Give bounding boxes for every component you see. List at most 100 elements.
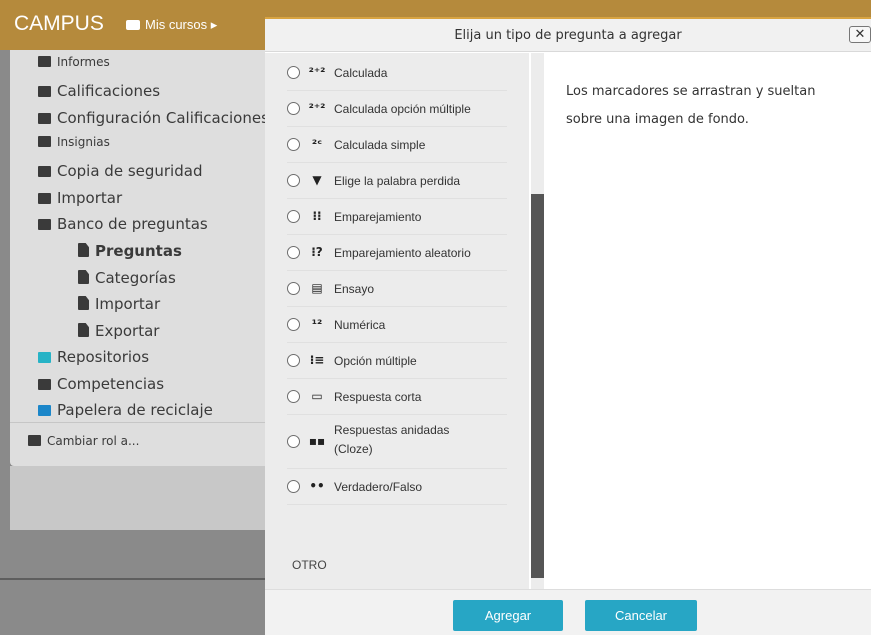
sidebar-item-banco-de-preguntas[interactable]: Banco de preguntas: [38, 215, 208, 233]
question-type-option[interactable]: ▣Descripción: [287, 579, 507, 589]
sidebar-item-competencias[interactable]: Competencias: [38, 375, 164, 393]
sidebar-item-label: Copia de seguridad: [57, 162, 203, 180]
sidebar-item-label: Configuración Calificaciones: [57, 109, 269, 127]
folder-open-icon: [38, 219, 51, 230]
radio-button[interactable]: [287, 66, 300, 79]
radio-button[interactable]: [287, 480, 300, 493]
question-type-label: Ensayo: [334, 282, 375, 296]
question-type-option[interactable]: ²⁺² Calculada opción múltiple: [287, 91, 507, 127]
sidebar-item-label: Cambiar rol a...: [47, 434, 140, 448]
cogs-icon: [38, 113, 51, 124]
sidebar-item-label: Exportar: [95, 322, 160, 340]
folder-icon: [28, 435, 41, 446]
question-type-label: Emparejamiento: [334, 210, 422, 224]
question-type-label: Respuestas anidadas (Cloze): [334, 423, 450, 456]
question-type-label: Emparejamiento aleatorio: [334, 246, 471, 260]
sidebar-item-exportar[interactable]: Exportar: [78, 322, 159, 340]
matching-icon: ⁝⁝: [312, 209, 322, 223]
my-courses-label: Mis cursos ▸: [145, 17, 218, 32]
sidebar-item-copia-de-seguridad[interactable]: Copia de seguridad: [38, 162, 202, 180]
question-type-description: Los marcadores se arrastran y sueltan so…: [566, 84, 816, 127]
panel-footer: [10, 466, 272, 530]
cloud-upload-icon: [38, 166, 51, 177]
sidebar-item-papelera-de-reciclaje[interactable]: Papelera de reciclaje: [38, 401, 213, 419]
other-section-heading: OTRO: [292, 558, 327, 572]
close-button[interactable]: ✕: [849, 26, 871, 43]
sidebar-item-label: Competencias: [57, 375, 165, 393]
short-answer-icon: ▭: [311, 389, 323, 403]
sidebar-item-label: Insignias: [57, 135, 110, 149]
question-type-option[interactable]: ▪▪ Respuestas anidadas (Cloze): [287, 415, 507, 469]
dialog-footer: Agregar Cancelar: [265, 589, 871, 635]
folder-icon: [38, 136, 51, 147]
question-type-option[interactable]: ⁝? Emparejamiento aleatorio: [287, 235, 507, 271]
question-type-option[interactable]: ▼ Elige la palabra perdida: [287, 163, 507, 199]
cancel-button[interactable]: Cancelar: [585, 600, 697, 631]
brand-logo-text[interactable]: CAMPUS: [14, 12, 104, 36]
sidebar-item-insignias[interactable]: Insignias: [38, 135, 110, 149]
question-type-label: Calculada opción múltiple: [334, 102, 471, 116]
multichoice-icon: ⁝≡: [309, 353, 325, 367]
dialog-title: Elija un tipo de pregunta a agregar: [454, 28, 682, 43]
question-type-list[interactable]: OTRO ²⁺² Calculada ²⁺² Calculada opción múl…: [265, 53, 529, 589]
true-false-icon: ••: [309, 479, 325, 493]
radio-button[interactable]: [287, 318, 300, 331]
radio-button[interactable]: [287, 174, 300, 187]
question-type-option[interactable]: ²⁺² Calculada: [287, 55, 507, 91]
sidebar-item-label: Categorías: [95, 269, 176, 287]
database-icon: [38, 352, 51, 363]
radio-button[interactable]: [287, 246, 300, 259]
file-icon: [78, 270, 89, 284]
question-type-label: Numérica: [334, 318, 386, 332]
numerical-icon: ¹²: [311, 317, 323, 331]
radio-button[interactable]: [287, 354, 300, 367]
radio-button[interactable]: [287, 282, 300, 295]
radio-button[interactable]: [287, 138, 300, 151]
question-type-label: Calculada simple: [334, 138, 426, 152]
sidebar-item-label: Informes: [57, 55, 110, 69]
essay-icon: ▤: [311, 281, 323, 295]
radio-button[interactable]: [287, 390, 300, 403]
dialog-header: Elija un tipo de pregunta a agregar ✕: [265, 19, 871, 52]
add-button[interactable]: Agregar: [453, 600, 563, 631]
sidebar-item-importar[interactable]: Importar: [78, 295, 160, 313]
nav-divider: [10, 422, 272, 423]
table-icon: [38, 86, 51, 97]
sidebar-item-informes[interactable]: Informes: [38, 55, 110, 69]
question-type-chooser-dialog: Elija un tipo de pregunta a agregar ✕ OT…: [265, 17, 871, 635]
sidebar-item-calificaciones[interactable]: Calificaciones: [38, 82, 160, 100]
upload-icon: [38, 193, 51, 204]
question-type-option[interactable]: ¹² Numérica: [287, 307, 507, 343]
competency-icon: [38, 379, 51, 390]
options-scrollbar-thumb[interactable]: [531, 194, 544, 578]
question-type-option[interactable]: •• Verdadero/Falso: [287, 469, 507, 505]
file-icon: [78, 296, 89, 310]
question-type-option[interactable]: ²ᶜ Calculada simple: [287, 127, 507, 163]
question-type-option[interactable]: ⁝≡ Opción múltiple: [287, 343, 507, 379]
sidebar-item-cambiar-rol-a[interactable]: Cambiar rol a...: [28, 434, 139, 448]
question-type-label: Calculada: [334, 66, 388, 80]
file-icon: [78, 323, 89, 337]
sidebar-item-repositorios[interactable]: Repositorios: [38, 348, 149, 366]
sidebar-item-label: Calificaciones: [57, 82, 161, 100]
question-type-option[interactable]: ▭ Respuesta corta: [287, 379, 507, 415]
my-courses-menu[interactable]: Mis cursos ▸: [126, 17, 217, 33]
radio-button[interactable]: [287, 435, 300, 448]
sidebar-item-label: Papelera de reciclaje: [57, 401, 213, 419]
sidebar-item-configuraci-n-calificaciones[interactable]: Configuración Calificaciones: [38, 109, 269, 127]
calculated-icon: ²⁺²: [308, 65, 326, 79]
briefcase-icon: [126, 20, 140, 30]
sidebar-item-categor-as[interactable]: Categorías: [78, 269, 176, 287]
folder-icon: [38, 56, 51, 67]
sidebar-item-label: Importar: [57, 189, 123, 207]
sidebar-item-label: Banco de preguntas: [57, 215, 208, 233]
select-missing-words-icon: ▼: [312, 173, 322, 187]
trash-icon: [38, 405, 51, 416]
sidebar-item-importar[interactable]: Importar: [38, 189, 122, 207]
radio-button[interactable]: [287, 210, 300, 223]
question-type-option[interactable]: ▤ Ensayo: [287, 271, 507, 307]
radio-button[interactable]: [287, 102, 300, 115]
sidebar-item-preguntas[interactable]: Preguntas: [78, 242, 182, 260]
question-type-option[interactable]: ⁝⁝ Emparejamiento: [287, 199, 507, 235]
sidebar-item-label: Repositorios: [57, 348, 150, 366]
